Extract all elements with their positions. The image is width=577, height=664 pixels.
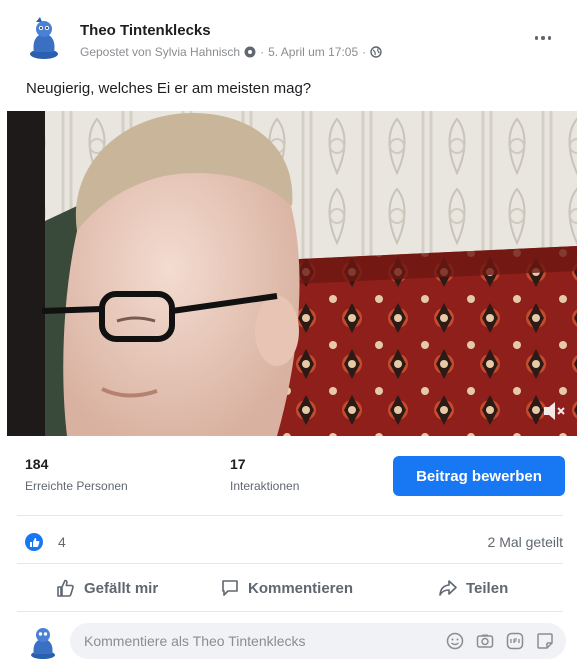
camera-icon[interactable] [476, 632, 494, 650]
gif-icon[interactable] [506, 632, 524, 650]
divider [17, 515, 563, 516]
page-name[interactable]: Theo Tintenklecks [80, 22, 211, 39]
composer-avatar[interactable] [28, 624, 58, 660]
more-options-icon[interactable] [528, 30, 558, 46]
meta-separator-2: · [362, 45, 367, 59]
video-frame [7, 111, 577, 436]
comment-composer[interactable]: Kommentiere als Theo Tintenklecks [70, 623, 566, 659]
speaker-muted-icon[interactable] [541, 398, 567, 424]
interactions-label: Interaktionen [230, 479, 300, 493]
comment-input[interactable]: Kommentiere als Theo Tintenklecks [84, 633, 306, 649]
reach-value[interactable]: 184 [25, 456, 48, 472]
comment-label: Kommentieren [248, 579, 354, 597]
share-button[interactable]: Teilen [438, 571, 508, 605]
meta-separator: · [260, 45, 265, 59]
composer-icons [446, 632, 554, 650]
globe-icon [370, 46, 382, 58]
thumbs-up-icon [57, 579, 74, 597]
comment-icon [222, 580, 238, 596]
post-date[interactable]: 5. April um 17:05 [268, 45, 358, 59]
share-icon [439, 580, 457, 596]
like-count[interactable]: 4 [58, 534, 66, 550]
divider [17, 611, 563, 612]
gear-icon [244, 46, 256, 58]
post-header: Theo Tintenklecks Gepostet von Sylvia Ha… [0, 0, 577, 97]
share-count[interactable]: 2 Mal geteilt [488, 534, 563, 550]
emoji-icon[interactable] [446, 632, 464, 650]
sticker-icon[interactable] [536, 632, 554, 650]
page-avatar[interactable] [26, 16, 62, 60]
post-meta: Gepostet von Sylvia Hahnisch · 5. April … [80, 45, 382, 59]
like-reaction-icon[interactable] [25, 533, 43, 551]
interactions-value[interactable]: 17 [230, 456, 246, 472]
promote-post-button[interactable]: Beitrag bewerben [393, 456, 565, 496]
share-label: Teilen [466, 579, 509, 597]
reach-label: Erreichte Personen [25, 479, 128, 493]
posted-by[interactable]: Gepostet von Sylvia Hahnisch [80, 45, 240, 59]
like-button[interactable]: Gefällt mir [56, 571, 158, 605]
post-caption: Neugierig, welches Ei er am meisten mag? [26, 80, 312, 97]
like-label: Gefällt mir [84, 579, 159, 597]
divider [17, 563, 563, 564]
post-video[interactable] [7, 111, 577, 436]
comment-button[interactable]: Kommentieren [220, 571, 353, 605]
